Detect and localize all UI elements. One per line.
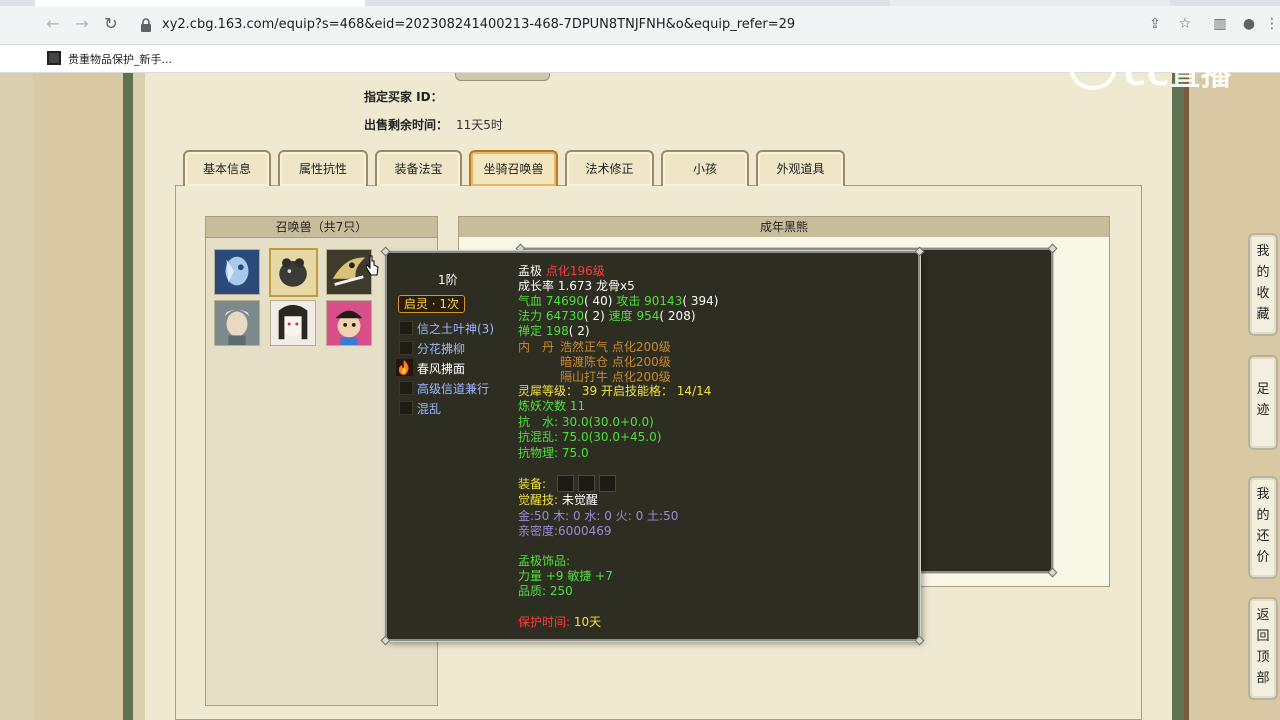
profile-icon[interactable]: ● — [1240, 15, 1258, 33]
footprints-button[interactable]: 足迹 — [1248, 355, 1278, 450]
tab-spell-mod[interactable]: 法术修正 — [565, 150, 654, 186]
active-tab[interactable] — [35, 0, 365, 6]
share-icon[interactable]: ⇪ — [1146, 15, 1164, 33]
neidan-item: 浩然正气 点化200级 — [560, 340, 671, 354]
meditation-line: 禅定 198( 2) — [518, 324, 590, 338]
remaining-time-label: 出售剩余时间： — [364, 118, 449, 132]
summon-panel-title: 召唤兽（共7只） — [205, 216, 438, 238]
skill-name: 信之土叶神(3) — [417, 322, 494, 336]
reload-icon[interactable]: ↻ — [101, 14, 121, 34]
hp-atk-line: 气血 74690( 40) 攻击 90143( 394) — [518, 294, 719, 308]
lingxi-line: 灵犀等级： 39 开启技能格： 14/14 — [518, 384, 712, 398]
summon-thumb-selected[interactable] — [269, 248, 318, 297]
neidan-label: 内 丹 — [518, 340, 555, 354]
tab-basic-info[interactable]: 基本信息 — [183, 150, 271, 186]
ornament-quality: 品质: 250 — [518, 584, 573, 598]
tab-child[interactable]: 小孩 — [661, 150, 749, 186]
my-offers-button[interactable]: 我的还价 — [1248, 476, 1278, 579]
resist-water: 抗 水: 30.0(30.0+0.0) — [518, 415, 654, 429]
neidan-item: 暗渡陈仓 点化200级 — [560, 355, 671, 369]
bookmark-item[interactable]: 贵重物品保护_新手... — [68, 51, 172, 67]
bookmark-star-icon[interactable]: ☆ — [1176, 15, 1194, 33]
menu-icon[interactable]: ⋮ — [1263, 15, 1280, 33]
tab-mounts-summons[interactable]: 坐骑召唤兽 — [469, 150, 558, 186]
bookmark-favicon-icon — [47, 51, 61, 65]
protect-time-line: 保护时间: 10天 — [518, 615, 602, 629]
tab-equipment[interactable]: 装备法宝 — [375, 150, 462, 186]
summon-thumb[interactable] — [214, 249, 260, 295]
pet-name-line: 孟极 点化196级 — [518, 264, 605, 278]
tab-appearance[interactable]: 外观道具 — [756, 150, 845, 186]
mp-spd-line: 法力 64730( 2) 速度 954( 208) — [518, 309, 696, 323]
skill-name: 分花拂柳 — [417, 342, 466, 356]
url-text[interactable]: xy2.cbg.163.com/equip?s=468&eid=20230824… — [162, 17, 795, 32]
sidepanel-icon[interactable]: ▥ — [1211, 15, 1229, 33]
refine-count: 炼妖次数 11 — [518, 399, 586, 413]
back-icon[interactable]: ← — [43, 14, 63, 34]
skill-slot[interactable] — [399, 321, 413, 335]
equip-slot[interactable] — [599, 475, 616, 492]
equip-label: 装备: — [518, 477, 547, 491]
summon-thumb[interactable] — [326, 300, 372, 346]
pet-detail-title: 成年黑熊 — [458, 216, 1110, 238]
watermark-logo: CC直播 — [1070, 48, 1245, 93]
back-to-top-button[interactable]: 返回顶部 — [1248, 597, 1278, 700]
elements-line: 金:50 木: 0 水: 0 火: 0 土:50 — [518, 509, 679, 523]
skill-slot[interactable] — [399, 341, 413, 355]
resist-physical: 抗物理: 75.0 — [518, 446, 589, 460]
lock-icon — [141, 18, 151, 32]
resist-chaos: 抗混乱: 75.0(30.0+45.0) — [518, 430, 662, 444]
ornament-attrs: 力量 +9 敏捷 +7 — [518, 569, 613, 583]
intimacy-line: 亲密度:6000469 — [518, 524, 612, 538]
summon-thumb[interactable] — [270, 300, 316, 346]
stage-label: 1阶 — [438, 273, 458, 287]
equip-slot[interactable] — [557, 475, 574, 492]
growth-line: 成长率 1.673 龙骨x5 — [518, 279, 635, 293]
skill-name: 混乱 — [417, 402, 442, 416]
skill-name-highlighted: 春风拂面 — [417, 362, 466, 376]
tab-strip — [0, 0, 1280, 6]
my-favorites-button[interactable]: 我的收藏 — [1248, 233, 1278, 336]
summon-thumb[interactable] — [214, 300, 260, 346]
flame-icon[interactable] — [396, 359, 413, 376]
tab-attributes[interactable]: 属性抗性 — [278, 150, 368, 186]
skill-slot[interactable] — [399, 381, 413, 395]
forward-icon[interactable]: → — [72, 14, 92, 34]
buyer-id-label: 指定买家 ID： — [364, 90, 443, 104]
equip-slot[interactable] — [578, 475, 595, 492]
partial-button[interactable] — [455, 73, 550, 81]
remaining-time-value: 11天5时 — [456, 118, 503, 132]
inactive-tab[interactable] — [890, 0, 1170, 6]
awaken-badge: 启灵 · 1次 — [398, 295, 465, 313]
mouse-cursor-icon — [365, 255, 379, 276]
ornament-label: 孟极饰品: — [518, 554, 571, 568]
skill-slot[interactable] — [399, 401, 413, 415]
skill-name: 高级信道兼行 — [417, 382, 490, 396]
left-border — [33, 73, 133, 720]
awake-skill-line: 觉醒技: 未觉醒 — [518, 493, 598, 507]
neidan-item: 隔山打牛 点化200级 — [560, 370, 671, 384]
